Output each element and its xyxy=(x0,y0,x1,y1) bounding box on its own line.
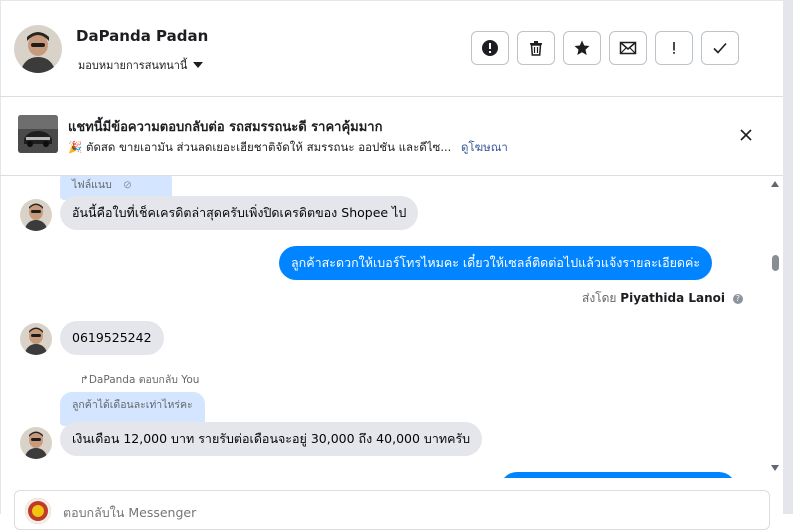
outgoing-message-partial[interactable] xyxy=(500,472,736,478)
contact-avatar[interactable] xyxy=(14,25,62,73)
follow-up-button[interactable] xyxy=(655,31,693,65)
assign-conversation-dropdown[interactable]: มอบหมายการสนทนานี้ xyxy=(78,56,204,74)
chevron-down-icon xyxy=(193,62,204,68)
quoted-message: ลูกค้าได้เดือนละเท่าไหร่คะ xyxy=(60,392,205,426)
mark-unread-button[interactable] xyxy=(609,31,647,65)
exclamation-icon xyxy=(673,42,675,54)
scroll-up-arrow-icon[interactable] xyxy=(771,181,779,187)
conversation-header: DaPanda Padan มอบหมายการสนทนานี้ xyxy=(0,0,783,97)
reply-arrow-icon: ↱ xyxy=(80,374,89,386)
message-thread[interactable]: ไฟล์แนบ ⊘ อันนี้คือใบที่เช็คเครดิตล่าสุด… xyxy=(0,176,783,478)
sender-name: Piyathida Lanoi xyxy=(620,291,726,305)
page-avatar xyxy=(25,498,51,524)
outgoing-message[interactable]: ลูกค้าสะดวกให้เบอร์โทรไหมคะ เดี๋ยวให้เซล… xyxy=(279,246,713,280)
contact-name[interactable]: DaPanda Padan xyxy=(76,27,208,45)
assign-label: มอบหมายการสนทนานี้ xyxy=(78,59,188,72)
ad-title: แชทนี้มีข้อความตอบกลับต่อ รถสมรรถนะดี รา… xyxy=(68,120,383,135)
info-icon[interactable]: ? xyxy=(732,293,743,304)
star-icon xyxy=(574,40,590,55)
mark-done-button[interactable] xyxy=(701,31,739,65)
contact-avatar-small[interactable] xyxy=(20,323,52,355)
ad-reference-banner: แชทนี้มีข้อความตอบกลับต่อ รถสมรรถนะดี รา… xyxy=(0,97,783,176)
ad-thumbnail[interactable] xyxy=(18,115,58,153)
incoming-message[interactable]: เงินเดือน 12,000 บาท รายรับต่อเดือนจะอยู… xyxy=(60,422,483,456)
contact-avatar-small[interactable] xyxy=(20,427,52,459)
close-icon[interactable] xyxy=(737,126,755,144)
view-ad-link[interactable]: ดูโฆษณา xyxy=(461,140,508,154)
scroll-down-arrow-icon[interactable] xyxy=(771,465,779,471)
quoted-text: ไฟล์แนบ xyxy=(72,179,112,191)
ad-description-text: 🎉 ตัดสด ขายเอามัน ส่วนลดเยอะเฮียชาติจัดใ… xyxy=(68,140,452,154)
trash-icon xyxy=(530,41,542,56)
header-actions xyxy=(471,31,739,65)
delete-button[interactable] xyxy=(517,31,555,65)
window-right-gutter xyxy=(783,0,793,514)
attachment-icon: ⊘ xyxy=(123,179,132,191)
report-button[interactable] xyxy=(471,31,509,65)
ad-description: 🎉 ตัดสด ขายเอามัน ส่วนลดเยอะเฮียชาติจัดใ… xyxy=(68,139,508,157)
star-button[interactable] xyxy=(563,31,601,65)
message-composer[interactable] xyxy=(14,490,770,530)
incoming-message[interactable]: อันนี้คือใบที่เช็คเครดิตล่าสุดครับเพิ่งป… xyxy=(60,196,419,230)
envelope-icon xyxy=(619,41,637,55)
scrollbar-thumb[interactable] xyxy=(772,255,779,271)
report-icon xyxy=(482,40,498,56)
reply-input[interactable] xyxy=(63,505,663,520)
contact-avatar-small[interactable] xyxy=(20,199,52,231)
reply-label: DaPanda ตอบกลับ You xyxy=(88,374,200,386)
sent-by-info: ส่งโดย Piyathida Lanoi ? xyxy=(582,289,743,308)
check-icon xyxy=(713,42,727,54)
reply-indicator: ↱DaPanda ตอบกลับ You xyxy=(80,371,199,388)
incoming-message[interactable]: 0619525242 xyxy=(60,321,164,355)
sent-by-prefix: ส่งโดย xyxy=(582,291,617,305)
